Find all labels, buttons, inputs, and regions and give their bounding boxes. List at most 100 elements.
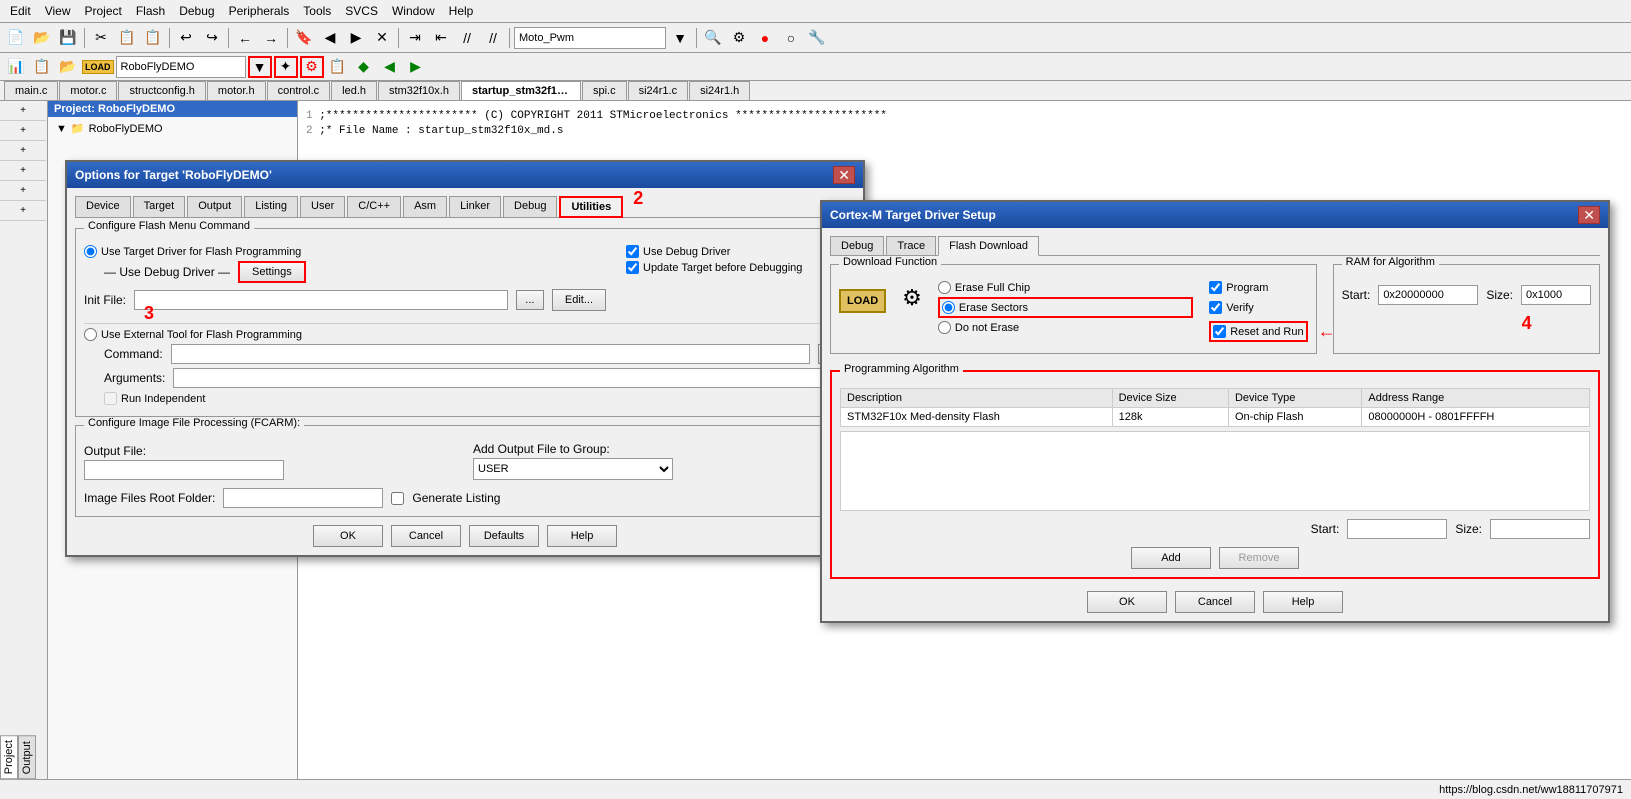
copy-btn[interactable]: 📋 xyxy=(115,27,139,49)
cortex-tab-trace[interactable]: Trace xyxy=(886,236,936,255)
cut-btn[interactable]: ✂ xyxy=(89,27,113,49)
tab-utilities[interactable]: Utilities xyxy=(559,196,623,218)
bottom-tab-project[interactable]: Project xyxy=(0,735,18,779)
update-target-chk[interactable] xyxy=(626,261,639,274)
sidebar-btn3[interactable]: + xyxy=(0,141,46,161)
menu-svcs[interactable]: SVCS xyxy=(339,2,384,20)
arguments-input[interactable] xyxy=(173,368,846,388)
init-file-input[interactable] xyxy=(134,290,508,310)
start-input[interactable] xyxy=(1378,285,1478,305)
sidebar-btn2[interactable]: + xyxy=(0,121,46,141)
tab-motor-h[interactable]: motor.h xyxy=(207,81,266,100)
sidebar-btn5[interactable]: + xyxy=(0,181,46,201)
menu-debug[interactable]: Debug xyxy=(173,2,220,20)
menu-window[interactable]: Window xyxy=(386,2,441,20)
tab-structconfig-h[interactable]: structconfig.h xyxy=(118,81,205,100)
tab-control-c[interactable]: control.c xyxy=(267,81,331,100)
do-not-erase-radio[interactable] xyxy=(938,321,951,334)
bottom-tab-output[interactable]: Output xyxy=(18,735,36,779)
uncomment-btn[interactable]: // xyxy=(481,27,505,49)
menu-project[interactable]: Project xyxy=(78,2,127,20)
prev-bookmark-btn[interactable]: ◀ xyxy=(318,27,342,49)
options-cancel-btn[interactable]: Cancel xyxy=(391,525,461,547)
tab-si24r1-h[interactable]: si24r1.h xyxy=(689,81,750,100)
options-dialog-titlebar[interactable]: Options for Target 'RoboFlyDEMO' ✕ xyxy=(67,162,863,188)
forward-btn[interactable]: → xyxy=(259,27,283,49)
table-row[interactable]: STM32F10x Med-density Flash 128k On-chip… xyxy=(841,408,1590,427)
size-input[interactable] xyxy=(1521,285,1591,305)
start2-input[interactable] xyxy=(1347,519,1447,539)
tab-target[interactable]: Target xyxy=(133,196,186,217)
bookmark-btn[interactable]: 🔖 xyxy=(292,27,316,49)
verify-chk[interactable] xyxy=(1209,301,1222,314)
use-target-radio[interactable] xyxy=(84,245,97,258)
copy2-btn[interactable]: 📋 xyxy=(326,56,350,78)
tb2-green2-btn[interactable]: ◀ xyxy=(378,56,402,78)
comment-btn[interactable]: // xyxy=(455,27,479,49)
tb2-green3-btn[interactable]: ▶ xyxy=(404,56,428,78)
remove-btn[interactable]: Remove xyxy=(1219,547,1299,569)
options-help-btn[interactable]: Help xyxy=(547,525,617,547)
stop-btn[interactable]: ○ xyxy=(779,27,803,49)
run-independent-chk[interactable] xyxy=(104,392,117,405)
menu-peripherals[interactable]: Peripherals xyxy=(223,2,296,20)
tree-item-roboflyDemo[interactable]: ▼ 📁 RoboFlyDEMO xyxy=(52,121,293,136)
output-file-input[interactable] xyxy=(84,460,284,480)
tab-debug[interactable]: Debug xyxy=(503,196,557,217)
tab-user[interactable]: User xyxy=(300,196,345,217)
undo-btn[interactable]: ↩ xyxy=(174,27,198,49)
options-defaults-btn[interactable]: Defaults xyxy=(469,525,539,547)
clear-bookmarks-btn[interactable]: ✕ xyxy=(370,27,394,49)
run-btn[interactable]: ● xyxy=(753,27,777,49)
tab-asm[interactable]: Asm xyxy=(403,196,447,217)
tab-led-h[interactable]: led.h xyxy=(331,81,377,100)
tab-startup[interactable]: startup_stm32f10x_md.s xyxy=(461,81,581,100)
save-btn[interactable]: 💾 xyxy=(56,27,80,49)
use-debug-driver-chk[interactable] xyxy=(626,245,639,258)
sidebar-btn1[interactable]: + xyxy=(0,101,46,121)
redo-btn[interactable]: ↪ xyxy=(200,27,224,49)
menu-help[interactable]: Help xyxy=(443,2,480,20)
target-options-btn[interactable]: ⚙ xyxy=(300,56,324,78)
debug-start-btn[interactable]: ⚙ xyxy=(727,27,751,49)
cortex-tab-debug[interactable]: Debug xyxy=(830,236,884,255)
unindent-btn[interactable]: ⇤ xyxy=(429,27,453,49)
tb2-btn2[interactable]: 📋 xyxy=(30,56,54,78)
erase-full-chip-radio[interactable] xyxy=(938,281,951,294)
size2-input[interactable] xyxy=(1490,519,1590,539)
cortex-dialog-close[interactable]: ✕ xyxy=(1578,206,1600,224)
new-file-btn[interactable]: 📄 xyxy=(4,27,28,49)
add-output-select[interactable]: USER xyxy=(473,458,673,480)
search-btn[interactable]: 🔍 xyxy=(701,27,725,49)
tab-linker[interactable]: Linker xyxy=(449,196,501,217)
next-bookmark-btn[interactable]: ▶ xyxy=(344,27,368,49)
sidebar-btn4[interactable]: + xyxy=(0,161,46,181)
target-combo[interactable] xyxy=(514,27,666,49)
tab-stm32f10x-h[interactable]: stm32f10x.h xyxy=(378,81,460,100)
tab-listing[interactable]: Listing xyxy=(244,196,298,217)
paste-btn[interactable]: 📋 xyxy=(141,27,165,49)
menu-tools[interactable]: Tools xyxy=(297,2,337,20)
tab-spi-c[interactable]: spi.c xyxy=(582,81,627,100)
use-external-radio[interactable] xyxy=(84,328,97,341)
erase-sectors-radio[interactable] xyxy=(942,301,955,314)
indent-btn[interactable]: ⇥ xyxy=(403,27,427,49)
options-dialog-close[interactable]: ✕ xyxy=(833,166,855,184)
menu-flash[interactable]: Flash xyxy=(130,2,171,20)
settings-btn[interactable]: Settings xyxy=(238,261,306,283)
tab-si24r1-c[interactable]: si24r1.c xyxy=(628,81,689,100)
settings2-btn[interactable]: 🔧 xyxy=(805,27,829,49)
tab-cpp[interactable]: C/C++ xyxy=(347,196,401,217)
back-btn[interactable]: ← xyxy=(233,27,257,49)
command-input[interactable] xyxy=(171,344,810,364)
tb2-green1-btn[interactable]: ◆ xyxy=(352,56,376,78)
program-chk[interactable] xyxy=(1209,281,1222,294)
tb2-btn1[interactable]: 📊 xyxy=(4,56,28,78)
cortex-cancel-btn[interactable]: Cancel xyxy=(1175,591,1255,613)
cortex-tab-flash[interactable]: Flash Download xyxy=(938,236,1039,256)
cortex-help-btn[interactable]: Help xyxy=(1263,591,1343,613)
open-btn[interactable]: 📂 xyxy=(30,27,54,49)
browse-btn[interactable]: ... xyxy=(516,290,544,310)
menu-view[interactable]: View xyxy=(39,2,77,20)
tab-motor-c[interactable]: motor.c xyxy=(59,81,117,100)
